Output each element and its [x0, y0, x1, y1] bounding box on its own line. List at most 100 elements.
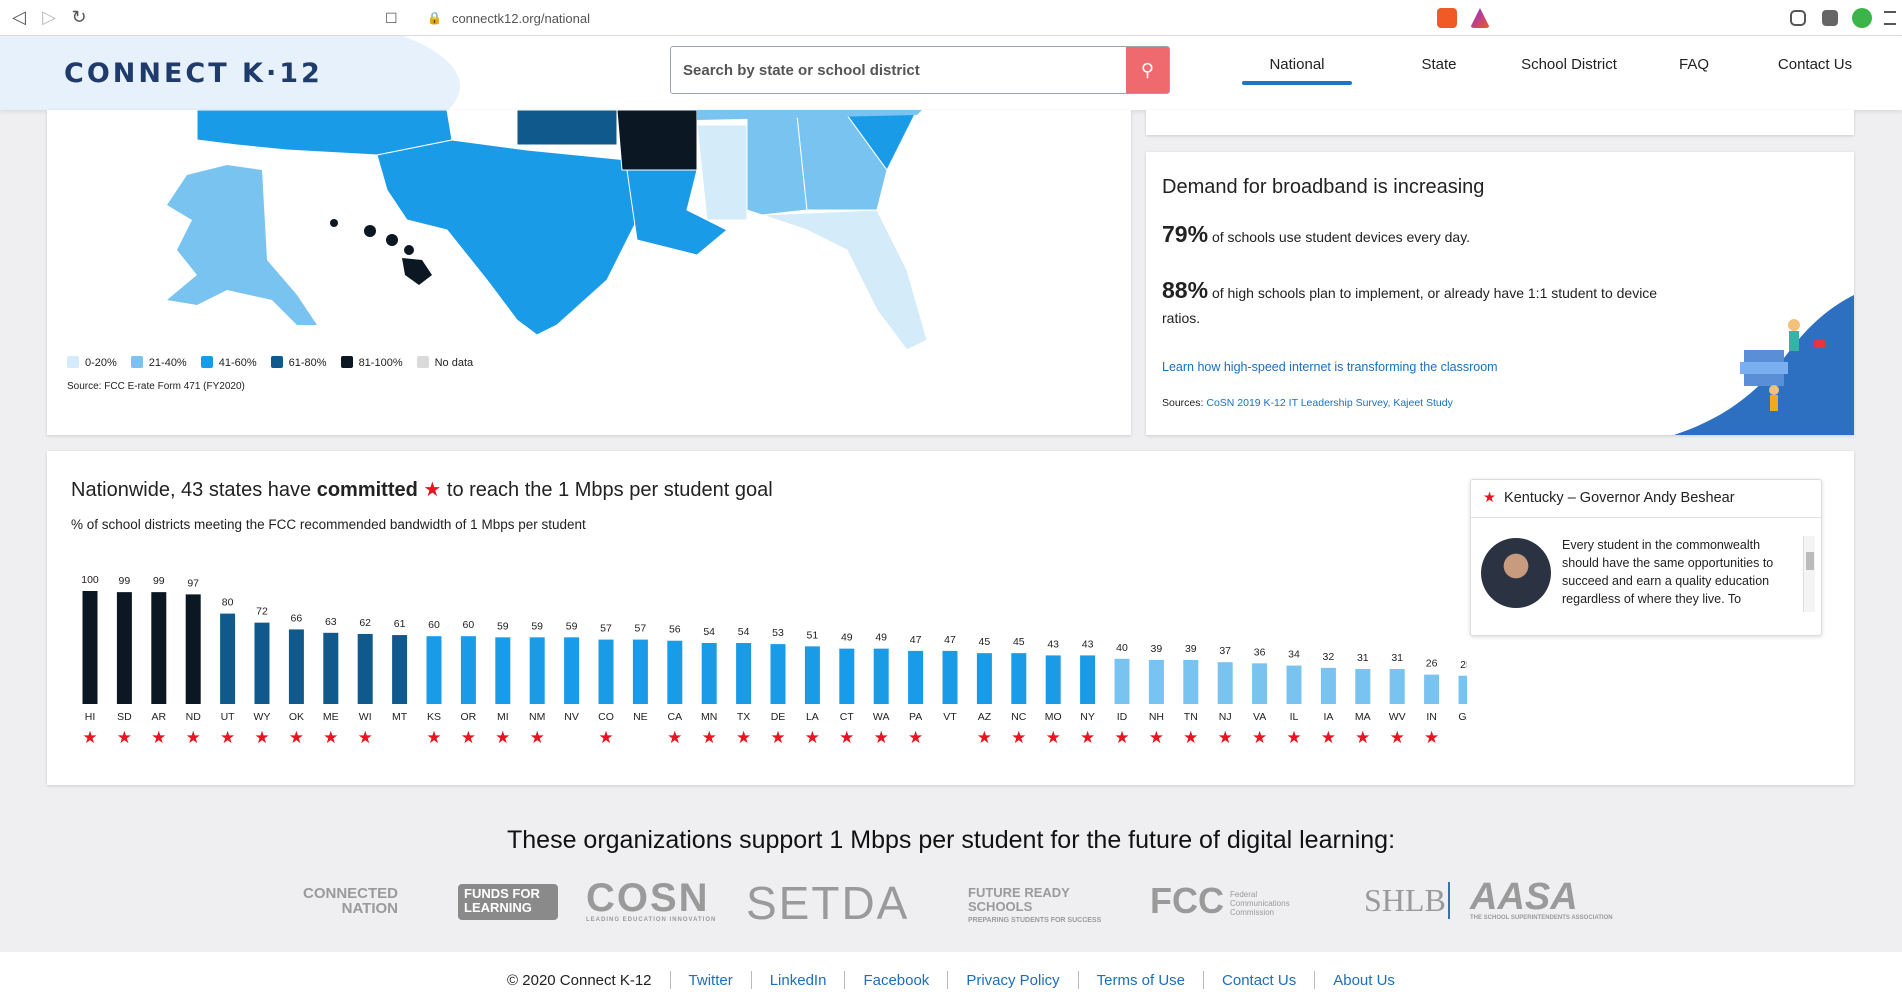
bar-co[interactable]	[598, 639, 614, 704]
bar-ma[interactable]	[1355, 668, 1371, 704]
bar-la[interactable]	[804, 646, 820, 704]
bar-or[interactable]	[460, 636, 476, 704]
bar-ca[interactable]	[667, 640, 683, 704]
copyright: © 2020 Connect K-12	[507, 971, 652, 989]
bar-ut[interactable]	[220, 613, 236, 704]
map-alaska	[167, 165, 317, 325]
address-bar[interactable]: ☐ 🔒 connectk12.org/national	[385, 6, 1495, 30]
bar-az[interactable]	[976, 653, 992, 704]
back-icon[interactable]: ◁	[8, 7, 30, 29]
nav-school-district[interactable]: School District	[1509, 56, 1629, 83]
nav-national[interactable]: National	[1242, 56, 1352, 85]
fcc-logo[interactable]: FCC Federal Communications Commission	[1150, 880, 1310, 922]
committed-star-icon: ★	[495, 728, 510, 748]
footer-terms-of-use[interactable]: Terms of Use	[1097, 972, 1185, 989]
state-label: IL	[1290, 711, 1299, 723]
bar-ks[interactable]	[426, 636, 442, 704]
footer-facebook[interactable]: Facebook	[863, 972, 929, 989]
footer-divider	[750, 971, 752, 989]
forward-icon[interactable]: ▷	[38, 7, 60, 29]
brave-shield-icon[interactable]	[1437, 8, 1457, 28]
bar-ny[interactable]	[1080, 655, 1096, 704]
state-label: SD	[117, 711, 132, 723]
bar-mn[interactable]	[701, 642, 717, 704]
search-button[interactable]: ⚲	[1126, 47, 1169, 93]
footer-contact-us[interactable]: Contact Us	[1222, 972, 1296, 989]
search-input[interactable]	[671, 47, 1126, 93]
bar-de[interactable]	[770, 644, 786, 704]
quote-title: Kentucky – Governor Andy Beshear	[1504, 490, 1735, 506]
bar-nm[interactable]	[529, 637, 545, 704]
committed-star-icon: ★	[736, 728, 751, 748]
setda-logo[interactable]: SETDA	[746, 876, 909, 930]
bar-ia[interactable]	[1320, 667, 1336, 704]
aasa-logo[interactable]: AASA THE SCHOOL SUPERINTENDENTS ASSOCIATI…	[1470, 876, 1613, 921]
quote-scrollbar[interactable]	[1803, 536, 1815, 612]
footer-about-us[interactable]: About Us	[1333, 972, 1395, 989]
footer-divider	[1077, 971, 1079, 989]
menu-icon[interactable]	[1884, 11, 1896, 25]
bar-nv[interactable]	[564, 637, 580, 704]
bar-mo[interactable]	[1045, 655, 1061, 704]
bar-sd[interactable]	[116, 592, 132, 704]
committed-star-icon: ★	[82, 728, 97, 748]
nav-state[interactable]: State	[1409, 56, 1469, 83]
bar-tx[interactable]	[736, 642, 752, 704]
extension-green-icon[interactable]	[1852, 8, 1872, 28]
scrollbar-thumb[interactable]	[1806, 552, 1814, 570]
future-ready-logo[interactable]: FUTURE READY SCHOOLS PREPARING STUDENTS F…	[968, 886, 1128, 928]
bar-ne[interactable]	[632, 639, 648, 704]
bar-vt[interactable]	[942, 650, 958, 704]
bar-ct[interactable]	[839, 648, 855, 704]
committed-star-icon: ★	[908, 728, 923, 748]
quote-text: Every student in the commonwealth should…	[1562, 538, 1774, 606]
legend-21-40: 21-40%	[130, 356, 187, 369]
bar-value-label: 59	[531, 620, 543, 632]
extensions-icon[interactable]	[1822, 10, 1838, 26]
bar-il[interactable]	[1286, 665, 1302, 704]
footer-twitter[interactable]: Twitter	[689, 972, 733, 989]
bar-nd[interactable]	[185, 594, 201, 704]
committed-star-icon: ★	[874, 728, 889, 748]
bar-wy[interactable]	[254, 622, 270, 704]
bar-ok[interactable]	[288, 629, 304, 704]
stat-ratio: 88% of high schools plan to implement, o…	[1162, 278, 1682, 331]
previous-card-bottom	[1146, 110, 1854, 135]
stat-devices-text: of schools use student devices every day…	[1211, 229, 1471, 245]
bar-va[interactable]	[1252, 663, 1268, 704]
cosn-logo-text: COSN	[586, 876, 710, 920]
bar-pa[interactable]	[908, 650, 924, 704]
bar-value-label: 59	[566, 620, 578, 632]
footer-linkedin[interactable]: LinkedIn	[770, 972, 827, 989]
bar-ga[interactable]	[1458, 675, 1468, 704]
reload-icon[interactable]: ↻	[68, 7, 90, 29]
shlb-logo[interactable]: SHLB	[1318, 882, 1450, 919]
bar-wa[interactable]	[873, 648, 889, 704]
cosn-logo[interactable]: COSN LEADING EDUCATION INNOVATION	[586, 876, 716, 923]
nav-faq[interactable]: FAQ	[1669, 56, 1719, 83]
classroom-link[interactable]: Learn how high-speed internet is transfo…	[1162, 360, 1498, 374]
bar-me[interactable]	[323, 632, 339, 704]
bar-nh[interactable]	[1148, 659, 1164, 704]
bar-nc[interactable]	[1011, 653, 1027, 704]
sources-links[interactable]: CoSN 2019 K-12 IT Leadership Survey, Kaj…	[1206, 397, 1453, 409]
bookmark-icon[interactable]: ☐	[385, 10, 398, 27]
bar-tn[interactable]	[1183, 659, 1199, 704]
bar-nj[interactable]	[1217, 662, 1233, 704]
funds-for-learning-logo[interactable]: FUNDS FOR LEARNING	[458, 884, 558, 920]
bar-hi[interactable]	[82, 591, 98, 704]
bar-mt[interactable]	[392, 635, 408, 704]
cosn-logo-subline: LEADING EDUCATION INNOVATION	[586, 917, 717, 923]
footer-privacy-policy[interactable]: Privacy Policy	[966, 972, 1059, 989]
bar-ar[interactable]	[151, 592, 167, 704]
committed-star-icon: ★	[1252, 728, 1267, 748]
bar-wi[interactable]	[357, 633, 373, 704]
bar-wv[interactable]	[1389, 668, 1405, 704]
bar-id[interactable]	[1114, 658, 1130, 704]
nav-contact-us[interactable]: Contact Us	[1765, 56, 1865, 83]
bar-mi[interactable]	[495, 637, 511, 704]
connected-nation-logo[interactable]: CONNECTED NATION	[288, 886, 398, 916]
site-logo[interactable]: CONNECT K·12	[64, 58, 323, 89]
pocket-icon[interactable]	[1790, 10, 1806, 26]
bar-in[interactable]	[1424, 674, 1440, 704]
